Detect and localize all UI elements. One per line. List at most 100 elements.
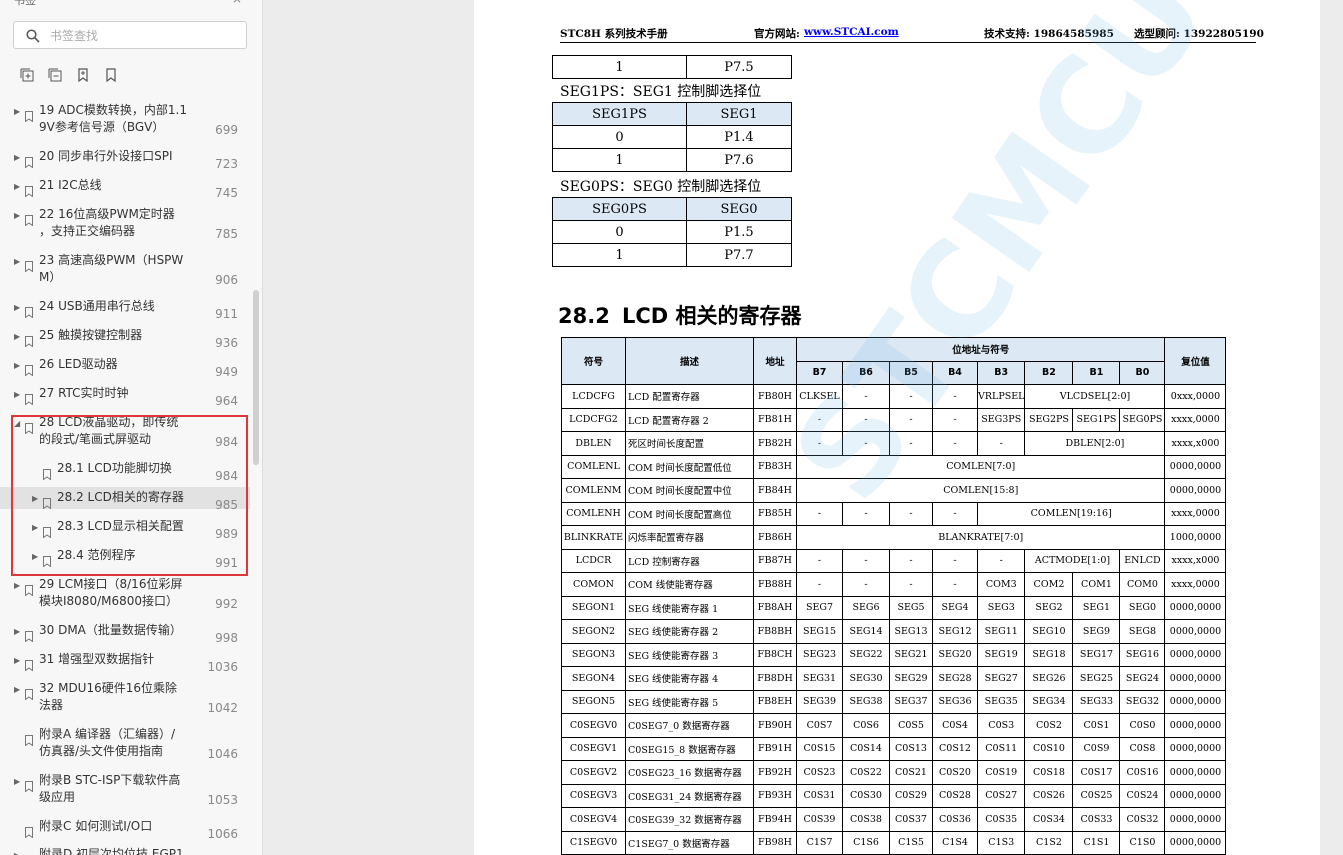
reset-value: 0000,0000	[1164, 666, 1227, 691]
bookmark-item[interactable]: ▶ 21 I2C总线 745	[0, 175, 250, 200]
bookmark-item[interactable]: ▶ 24 USB通用串行总线 911	[0, 296, 250, 321]
bookmark-label: 26 LED驱动器	[39, 357, 118, 371]
bookmark-item[interactable]: ▶ 25 触摸按键控制器 936	[0, 325, 250, 350]
bookmark-item[interactable]: ▶ 31 增强型双数据指针 1036	[0, 649, 250, 674]
bit-cell: SEG1	[1072, 595, 1121, 620]
expand-arrow-icon[interactable]: ▶	[14, 182, 20, 191]
bit-header: B5	[889, 360, 933, 385]
table-header: 描述	[625, 337, 754, 385]
bookmark-item[interactable]: ▶ 27 RTC实时时钟 964	[0, 383, 250, 408]
bit-cell: SEG8	[1119, 619, 1166, 644]
bookmark-label: 27 RTC实时时钟	[39, 386, 129, 400]
expand-arrow-icon[interactable]: ▶	[14, 257, 20, 266]
table-row: C1SEGV0 C1SEG7_0 数据寄存器 FB98H C1S7 C1S6 C1S5 C1…	[561, 830, 1227, 855]
add-bookmark-icon[interactable]	[74, 66, 92, 84]
expand-arrow-icon[interactable]: ▶	[14, 361, 20, 370]
sidebar-scrollbar-thumb[interactable]	[253, 290, 259, 465]
bookmark-item[interactable]: ▶ 26 LED驱动器 949	[0, 354, 250, 379]
bookmark-icon	[25, 211, 33, 227]
bit-header: B6	[842, 360, 890, 385]
expand-arrow-icon[interactable]: ▶	[14, 211, 20, 220]
bookmark-item[interactable]: ▶ 20 同步串行外设接口SPI 723	[0, 146, 250, 171]
register-symbol: C0SEGV2	[561, 760, 626, 785]
bookmark-item[interactable]: 附录A 编译器（汇编器）/ 仿真器/头文件使用指南 1046	[0, 724, 250, 764]
reset-value: 0000,0000	[1164, 595, 1227, 620]
bookmark-item[interactable]: ▶ 附录B STC-ISP下载软件高 级应用 1053	[0, 770, 250, 810]
bit-cell: SEG37	[889, 689, 933, 714]
bit-cell: SEG6	[842, 595, 890, 620]
bit-cell: C0S21	[889, 760, 933, 785]
table-header: SEG1	[686, 102, 792, 126]
expand-arrow-icon[interactable]: ▶	[14, 627, 20, 636]
bit-cell: C1S3	[976, 830, 1026, 855]
bookmark-item[interactable]: ▶ 32 MDU16硬件16位乘除 法器 1042	[0, 678, 250, 718]
sidebar-header: 书签 ×	[0, 0, 262, 8]
expand-arrow-icon[interactable]: ▶	[14, 303, 20, 312]
table-row: COMLENL COM 时间长度配置低位 FB83H COMLEN[7:0] 0000,…	[561, 454, 1227, 479]
bookmark-label: 25 触摸按键控制器	[39, 328, 143, 342]
table-row: LCDCR LCD 控制寄存器 FB87H - - - - - ACTMODE[1:0] ENLC…	[561, 548, 1227, 573]
bookmark-item[interactable]: ▶ 23 高速高级PWM（HSPW M） 906	[0, 250, 250, 290]
highlight-box	[11, 415, 248, 576]
bookmark-search-input[interactable]	[48, 25, 242, 47]
expand-arrow-icon[interactable]: ▶	[14, 777, 20, 786]
bit-header: B1	[1072, 360, 1121, 385]
bookmark-icon	[25, 685, 33, 701]
expand-arrow-icon[interactable]: ▶	[14, 107, 20, 116]
expand-arrow-icon[interactable]: ▶	[14, 332, 20, 341]
collapse-all-icon[interactable]	[46, 66, 64, 84]
bit-cell: -	[932, 548, 978, 573]
bookmark-item[interactable]: ▶ 附录D 初层次均位技 EGP1	[0, 844, 250, 855]
register-address: FB86H	[753, 525, 797, 550]
bit-cell: -	[932, 407, 978, 432]
bookmark-search-box[interactable]	[13, 21, 247, 49]
bit-cell: C0S8	[1119, 736, 1166, 761]
bit-cell: -	[842, 431, 890, 456]
register-description: C0SEG7_0 数据寄存器	[625, 713, 754, 738]
bit-cell: -	[842, 501, 890, 526]
bit-cell: -	[889, 384, 933, 409]
bit-cell: SEG26	[1024, 666, 1074, 691]
table-cell: 0	[552, 220, 687, 244]
bookmark-label: 23 高速高级PWM（HSPW	[39, 253, 184, 267]
bookmark-page-number: 1036	[207, 660, 238, 674]
site-link[interactable]: www.STCAI.com	[804, 26, 899, 38]
section-number: 28.2	[558, 304, 610, 328]
bit-cell: C0S5	[889, 713, 933, 738]
register-address: FB87H	[753, 548, 797, 573]
bit-cell: SEG2PS	[1024, 407, 1074, 432]
bookmark-item[interactable]: ▶ 22 16位高级PWM定时器 ，支持正交编码器 785	[0, 204, 250, 244]
expand-arrow-icon[interactable]: ▶	[14, 390, 20, 399]
register-description: C0SEG31_24 数据寄存器	[625, 783, 754, 808]
table-row: C0SEGV1 C0SEG15_8 数据寄存器 FB91H C0S15 C0S14 C0S…	[561, 736, 1227, 761]
bookmark-icon	[25, 361, 33, 377]
bit-cell: -	[976, 431, 1026, 456]
reset-value: xxxx,0000	[1164, 572, 1227, 597]
expand-arrow-icon[interactable]: ▶	[14, 685, 20, 694]
bit-cell: SEG20	[932, 642, 978, 667]
bookmark-outline-icon[interactable]	[102, 66, 120, 84]
document-page: STC8H 系列技术手册 官方网站: www.STCAI.com 技术支持: 1…	[474, 0, 1320, 855]
bookmark-icon	[25, 851, 33, 855]
bit-cell: C0S17	[1072, 760, 1121, 785]
bookmark-label: 附录A 编译器（汇编器）/	[39, 727, 176, 741]
table-row: SEGON5 SEG 线使能寄存器 5 FB8EH SEG39 SEG38 SEG37 SE…	[561, 689, 1227, 714]
seg0ps-table: SEG0PS SEG0 0 P1.5 1 P7.7	[552, 197, 792, 267]
bookmark-item[interactable]: ▶ 30 DMA（批量数据传输） 998	[0, 620, 250, 645]
bit-cell: C0S29	[889, 783, 933, 808]
bookmark-item[interactable]: ▶ 29 LCM接口（8/16位彩屏 模块I8080/M6800接口） 992	[0, 574, 250, 614]
expand-arrow-icon[interactable]: ▶	[14, 656, 20, 665]
expand-arrow-icon[interactable]: ▶	[14, 851, 20, 855]
section-heading: 28.2 LCD 相关的寄存器	[558, 300, 802, 330]
close-sidebar-button[interactable]: ×	[232, 0, 242, 6]
expand-arrow-icon[interactable]: ▶	[14, 581, 20, 590]
expand-arrow-icon[interactable]: ▶	[14, 153, 20, 162]
bookmark-page-number: 1046	[207, 747, 238, 761]
bit-cell: VRLPSEL	[976, 384, 1026, 409]
bookmark-item[interactable]: 附录C 如何测试I/O口 1066	[0, 816, 250, 841]
expand-all-icon[interactable]	[18, 66, 36, 84]
register-address: FB93H	[753, 783, 797, 808]
search-icon	[26, 28, 40, 47]
bookmark-item[interactable]: ▶ 19 ADC模数转换，内部1.1 9V参考信号源（BGV） 699	[0, 100, 250, 140]
register-address: FB90H	[753, 713, 797, 738]
